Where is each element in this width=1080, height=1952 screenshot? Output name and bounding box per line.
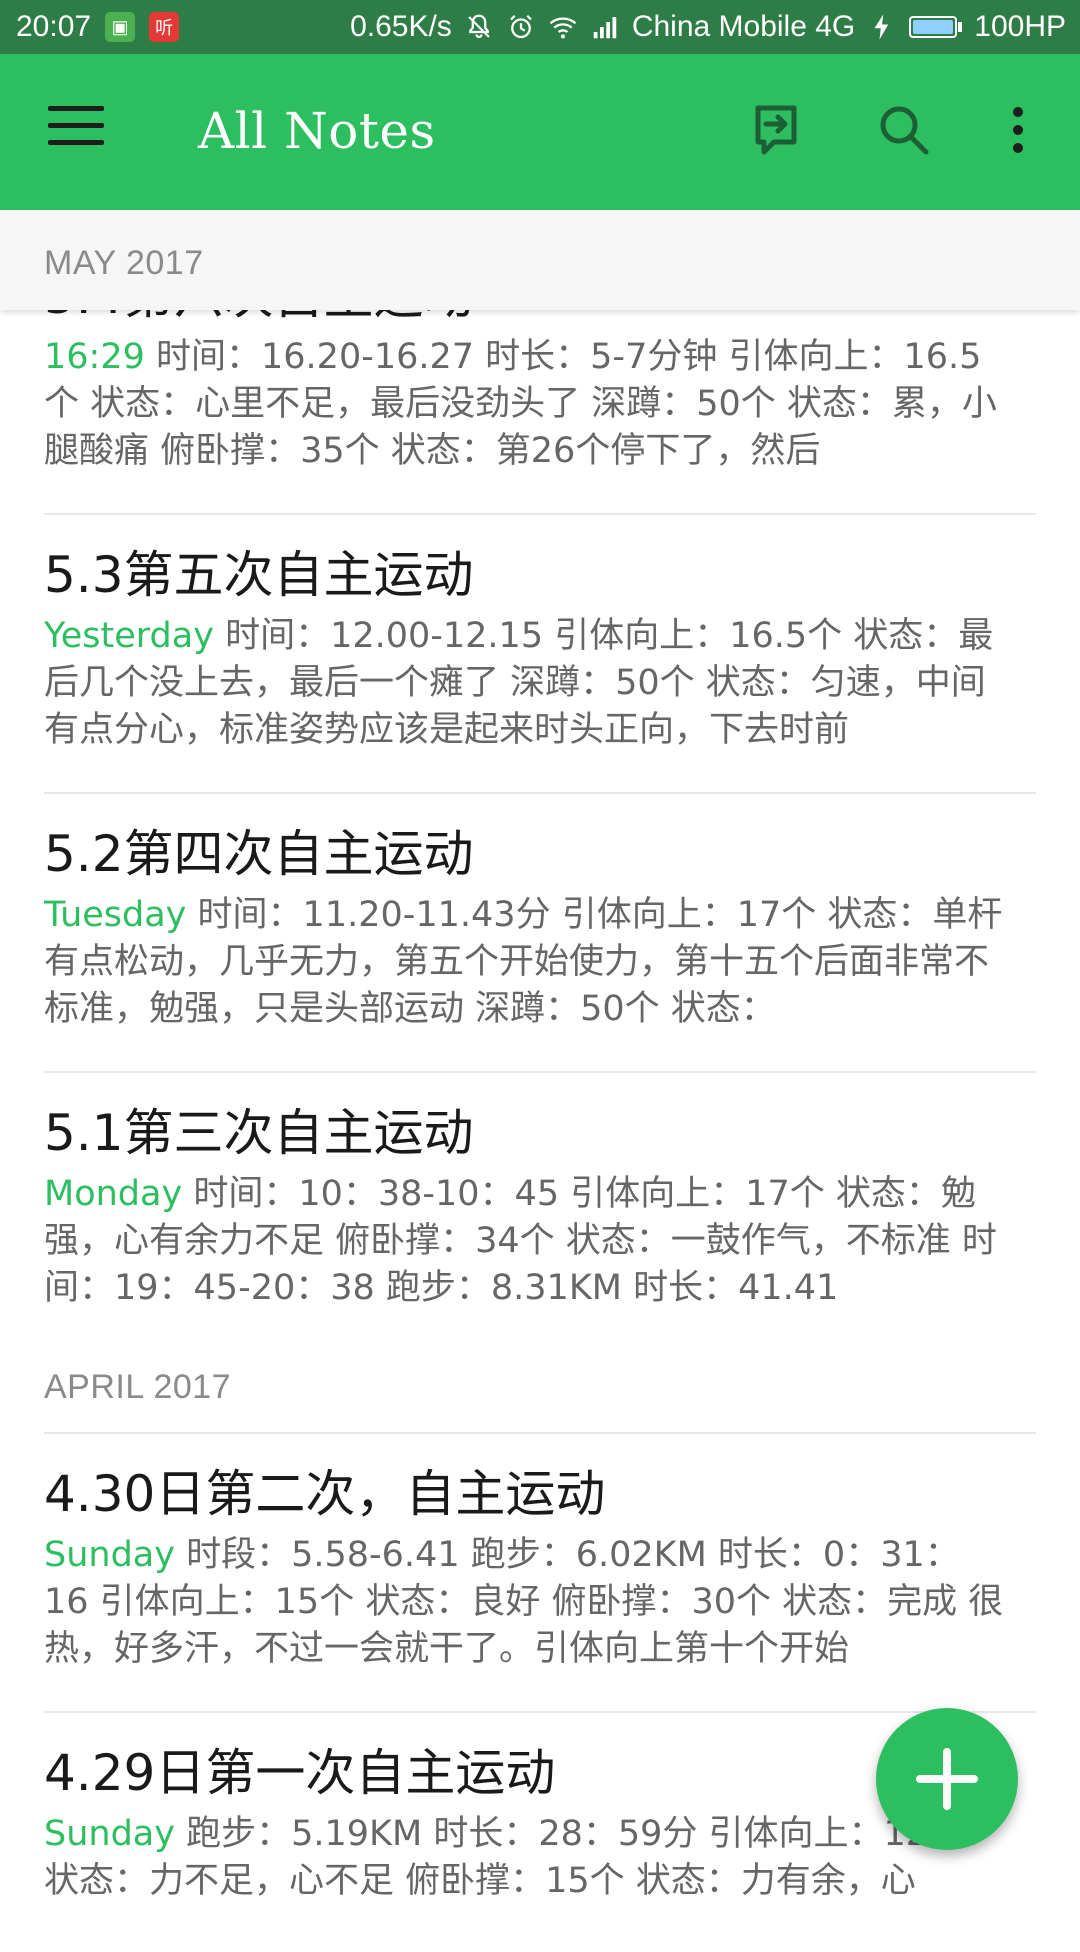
carrier-label: China Mobile 4G: [631, 10, 856, 43]
note-snippet: Tuesday 时间：11.20-11.43分 引体向上：17个 状态：单杆有点…: [44, 892, 1004, 1033]
plus-icon: [916, 1748, 978, 1810]
section-header-sticky: MAY 2017: [0, 210, 1080, 310]
alarm-icon: [510, 14, 532, 39]
wifi-icon: [549, 17, 577, 39]
divider: [44, 1711, 1036, 1713]
mute-bell-icon: [468, 14, 490, 39]
note-preview: 时间：10：38-10：45 引体向上：17个 状态：勉强，心有余力不足 俯卧撑…: [44, 1174, 997, 1308]
new-note-button[interactable]: [876, 1708, 1018, 1850]
section-label-april: APRIL 2017: [44, 1368, 232, 1406]
note-date: Monday: [44, 1174, 183, 1214]
note-preview: 时间：16.20-16.27 时长：5-7分钟 引体向上：16.5个 状态：心里…: [44, 337, 997, 471]
note-title: 5.1第三次自主运动: [44, 1104, 474, 1162]
note-item[interactable]: 5.1第三次自主运动 Monday 时间：10：38-10：45 引体向上：17…: [0, 1103, 1080, 1312]
divider: [44, 792, 1036, 794]
charging-icon: [874, 14, 889, 40]
note-date: 16:29: [44, 337, 145, 377]
network-speed: 0.65K/s: [350, 10, 452, 43]
divider: [44, 513, 1036, 515]
more-vert-icon[interactable]: [986, 98, 1050, 162]
notification-app-icon: 听: [149, 12, 180, 42]
section-label: MAY 2017: [44, 244, 204, 282]
notes-list[interactable]: 5.4第六次自主运动 16:29 时间：16.20-16.27 时长：5-7分钟…: [0, 267, 1080, 1952]
note-snippet: Monday 时间：10：38-10：45 引体向上：17个 状态：勉强，心有余…: [44, 1171, 1004, 1312]
note-title: 5.3第五次自主运动: [44, 546, 474, 604]
note-preview: 时段：5.58-6.41 跑步：6.02KM 时长：0：31：16 引体向上：1…: [44, 1535, 1004, 1669]
page-title: All Notes: [198, 102, 436, 160]
status-bar: 20:07 ▣ 听 0.65K/s China Mobile 4G 100HP: [0, 0, 1080, 54]
note-snippet: Yesterday 时间：12.00-12.15 引体向上：16.5个 状态：最…: [44, 613, 1004, 754]
search-icon[interactable]: [872, 98, 936, 162]
sync-icon[interactable]: [744, 98, 808, 162]
note-date: Yesterday: [44, 616, 214, 656]
divider: [44, 1432, 1036, 1434]
note-title: 5.2第四次自主运动: [44, 825, 474, 883]
divider: [44, 1071, 1036, 1073]
note-preview: 跑步：5.19KM 时长：28：59分 引体向上：12个 状态：力不足，心不足 …: [44, 1814, 964, 1901]
battery-icon: [909, 16, 963, 38]
note-snippet: Sunday 时段：5.58-6.41 跑步：6.02KM 时长：0：31：16…: [44, 1532, 1004, 1673]
note-date: Sunday: [44, 1535, 175, 1575]
menu-icon[interactable]: [48, 106, 104, 150]
note-date: Sunday: [44, 1814, 175, 1854]
note-item[interactable]: 4.30日第二次，自主运动 Sunday 时段：5.58-6.41 跑步：6.0…: [0, 1464, 1080, 1673]
note-title: 4.30日第二次，自主运动: [44, 1465, 606, 1523]
note-item[interactable]: 5.2第四次自主运动 Tuesday 时间：11.20-11.43分 引体向上：…: [0, 824, 1080, 1033]
note-snippet: Sunday 跑步：5.19KM 时长：28：59分 引体向上：12个 状态：力…: [44, 1811, 1004, 1952]
status-time: 20:07: [16, 10, 92, 43]
note-preview: 时间：11.20-11.43分 引体向上：17个 状态：单杆有点松动，几乎无力，…: [44, 895, 1003, 1029]
note-date: Tuesday: [44, 895, 187, 935]
note-item[interactable]: 5.3第五次自主运动 Yesterday 时间：12.00-12.15 引体向上…: [0, 545, 1080, 754]
notification-app-icon: ▣: [105, 12, 136, 42]
note-snippet: 16:29 时间：16.20-16.27 时长：5-7分钟 引体向上：16.5个…: [44, 334, 1004, 475]
battery-label: 100HP: [974, 10, 1066, 43]
signal-icon: [593, 17, 617, 39]
app-bar: All Notes: [0, 54, 1080, 210]
